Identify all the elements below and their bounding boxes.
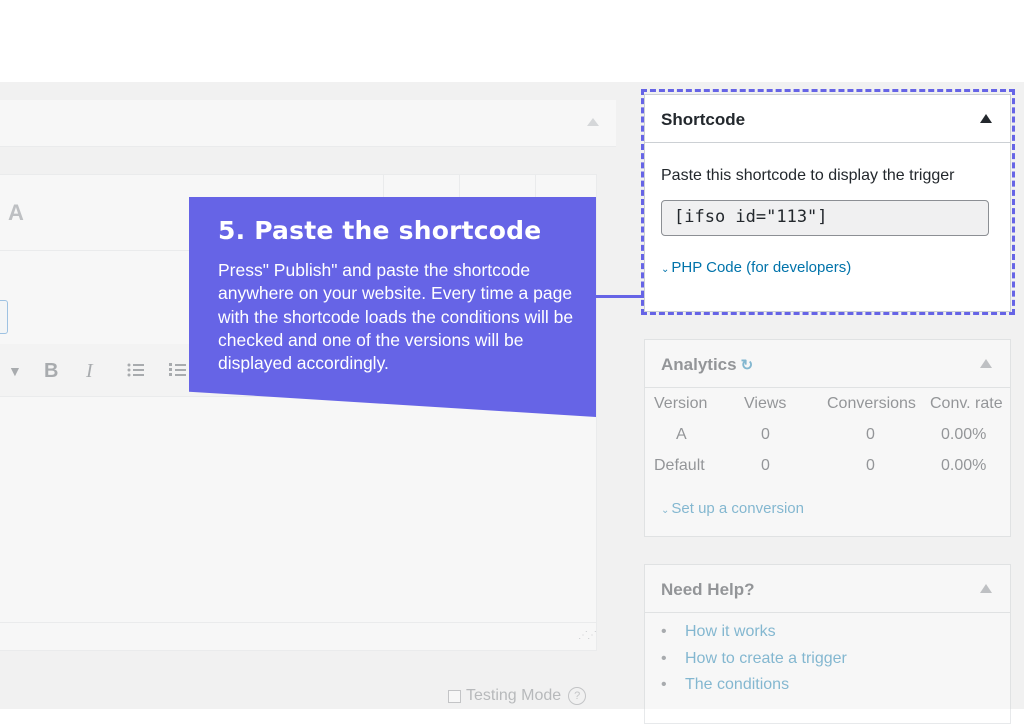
need-help-box: Need Help? • How it works • How to create … [644, 564, 1011, 724]
bulleted-list-icon [127, 363, 144, 377]
list-item[interactable]: • How it works [661, 623, 847, 650]
version-tab-a[interactable]: A [8, 200, 24, 226]
bullet-icon: • [661, 676, 667, 693]
column-header-views: Views [744, 395, 787, 412]
collapse-arrow-icon[interactable] [980, 359, 992, 368]
bullet-icon: • [661, 623, 667, 640]
column-header-conv-rate: Conv. rate [930, 395, 1003, 412]
table-cell: 0.00% [941, 426, 987, 443]
bold-button[interactable]: B [44, 360, 58, 383]
italic-button[interactable]: I [86, 360, 93, 383]
column-header-conversions: Conversions [827, 395, 916, 412]
numbered-list-icon [169, 363, 186, 376]
need-help-box-header[interactable]: Need Help? [645, 565, 1010, 613]
collapse-arrow-icon[interactable] [587, 118, 599, 126]
table-cell: Default [654, 457, 705, 474]
need-help-title: Need Help? [661, 580, 755, 599]
shortcode-highlight-frame [641, 89, 1015, 315]
refresh-icon[interactable]: ↻ [741, 357, 754, 374]
setup-conversion-label: Set up a conversion [671, 500, 804, 517]
column-header-version: Version [654, 395, 708, 412]
chevron-down-icon: ⌄ [661, 505, 670, 516]
callout-title: 5. Paste the shortcode [218, 216, 542, 245]
setup-conversion-link[interactable]: ⌄ Set up a conversion [661, 500, 804, 517]
table-cell: 0 [866, 457, 875, 474]
analytics-box-header[interactable]: Analytics ↻ [645, 340, 1010, 388]
help-link-create-trigger[interactable]: How to create a trigger [685, 650, 847, 667]
testing-mode-label: Testing Mode [466, 687, 562, 704]
testing-mode-toggle[interactable]: Testing Mode ? [448, 687, 587, 705]
analytics-title-text: Analytics [661, 355, 737, 374]
collapse-arrow-icon[interactable] [980, 584, 992, 593]
help-links: • How it works • How to create a trigger •… [661, 623, 847, 703]
format-dropdown-icon[interactable]: ▼ [8, 363, 22, 379]
help-icon[interactable]: ? [568, 687, 587, 705]
numbered-list-icon[interactable] [168, 360, 188, 386]
table-cell: 0 [761, 426, 770, 443]
list-item[interactable]: • The conditions [661, 676, 847, 703]
editor-statusbar [0, 622, 596, 623]
table-cell: A [676, 426, 687, 443]
table-cell: 0.00% [941, 457, 987, 474]
help-link-conditions[interactable]: The conditions [685, 676, 789, 693]
help-link-how-it-works[interactable]: How it works [685, 623, 776, 640]
table-cell: 0 [866, 426, 875, 443]
analytics-box-title: Analytics ↻ [661, 355, 753, 375]
testing-mode-checkbox[interactable] [448, 689, 461, 703]
bulleted-list-icon[interactable] [126, 360, 146, 386]
analytics-box: Analytics ↻ Version Views Conversions Con… [644, 339, 1011, 537]
table-cell: 0 [761, 457, 770, 474]
resize-handle-icon[interactable]: ⋰⋰ [578, 630, 597, 641]
title-field[interactable] [0, 100, 616, 147]
callout-text: Press" Publish" and paste the shortcode … [218, 260, 574, 374]
bullet-icon: • [661, 649, 667, 667]
list-item[interactable]: • How to create a trigger [661, 650, 847, 677]
add-media-button[interactable] [0, 300, 8, 334]
